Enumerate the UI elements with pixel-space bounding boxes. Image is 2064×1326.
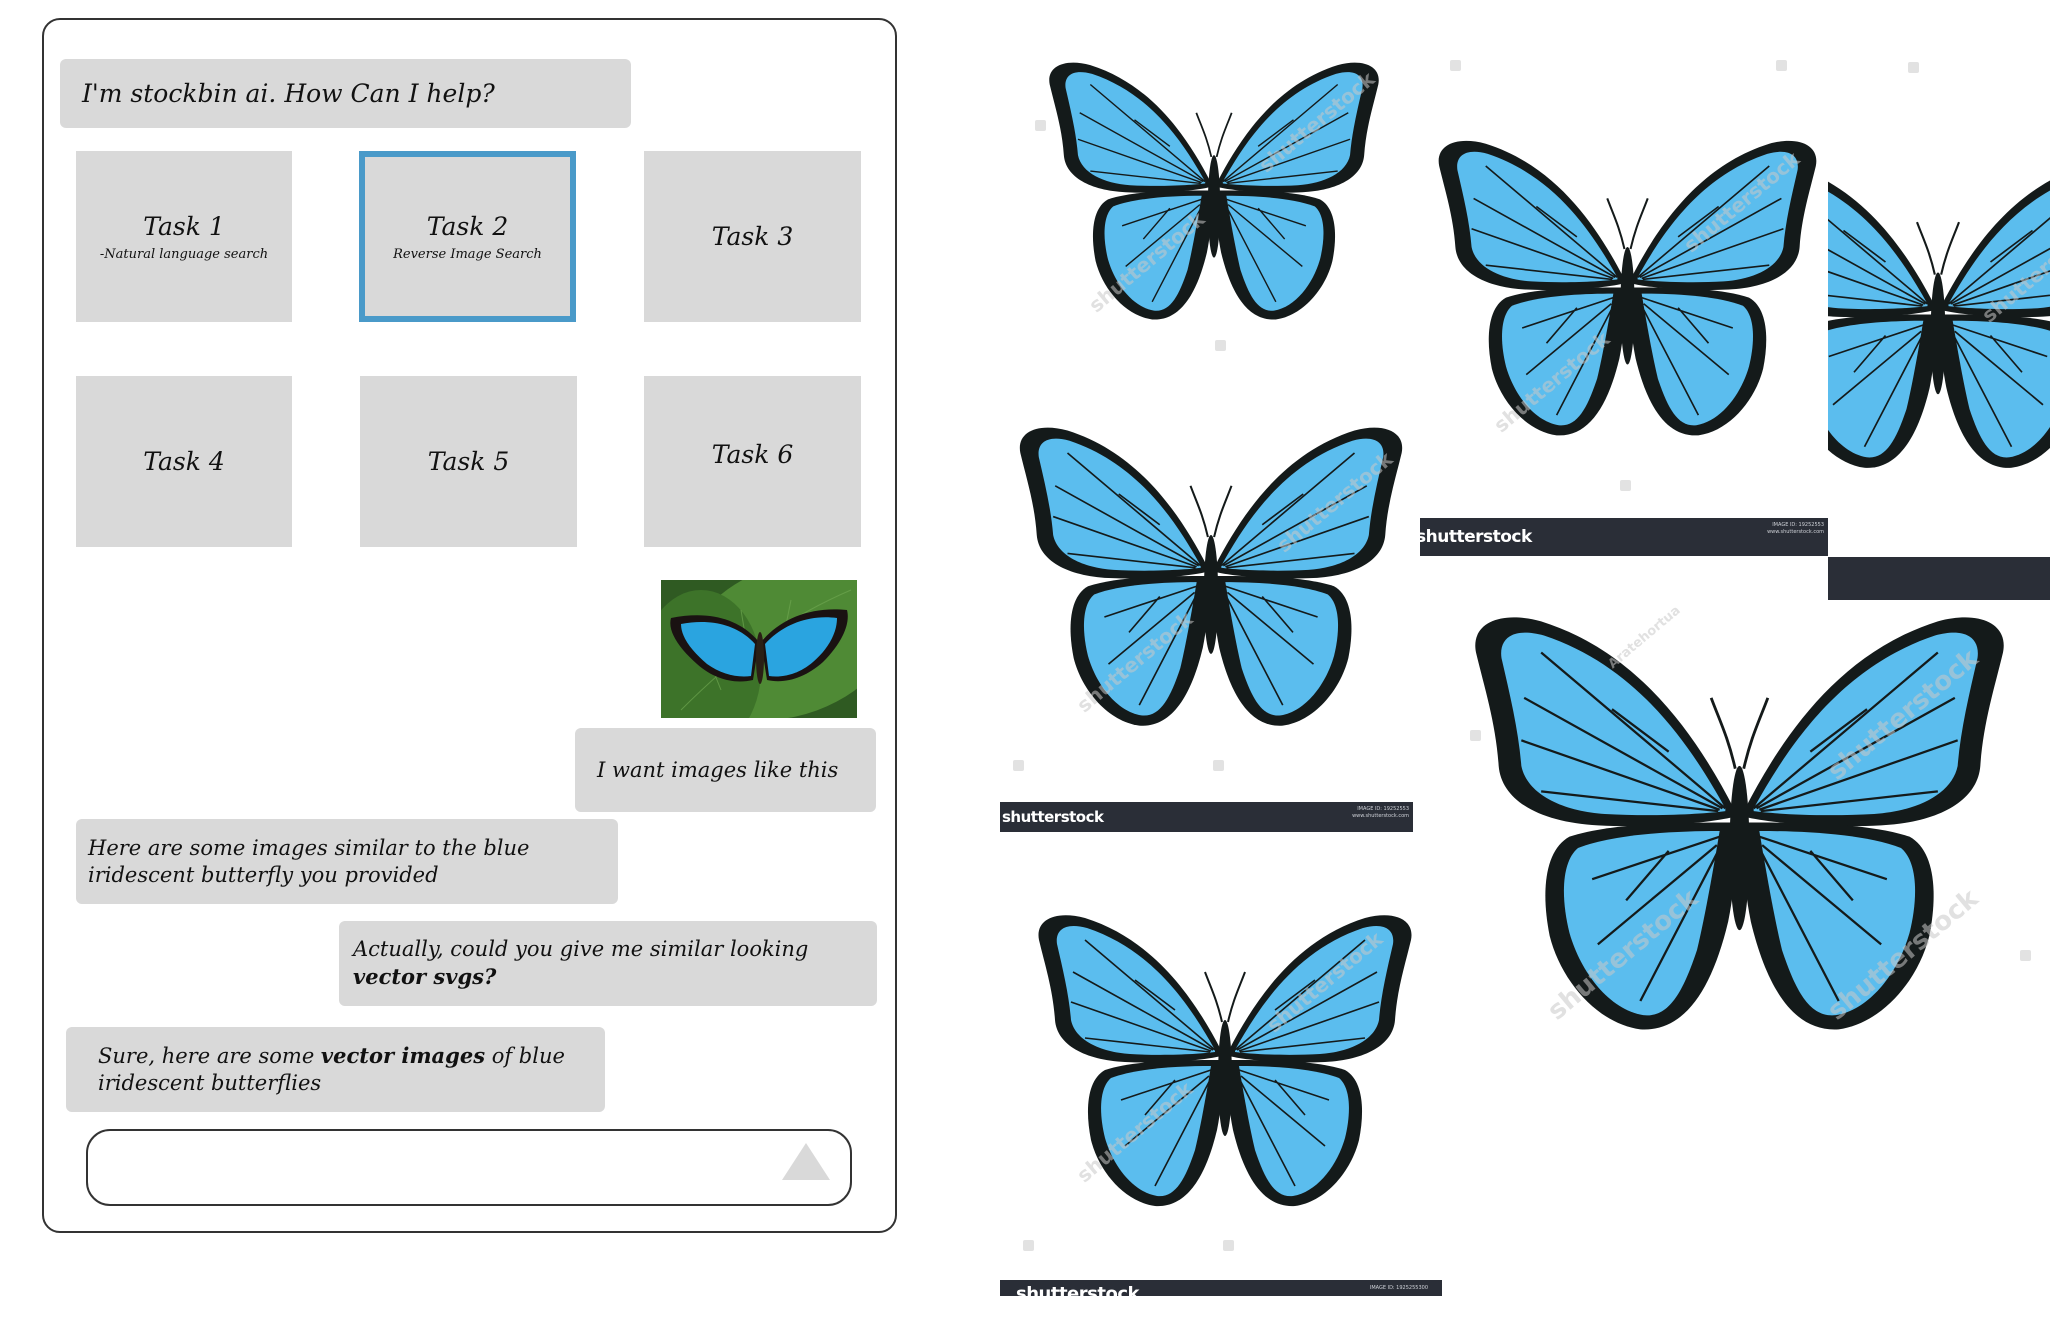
watermark-square	[1470, 730, 1481, 741]
shutterstock-footer-bar: shutterstock IMAGE ID: 19252553 www.shutt…	[1000, 802, 1413, 832]
triangle-up-send-icon	[782, 1143, 830, 1180]
task-card-1[interactable]: Task 1 -Natural language search	[76, 151, 292, 322]
uploaded-butterfly-photo[interactable]	[661, 580, 857, 718]
shutterstock-footer-bar: shutterstock IMAGE ID: 19252553 www.shutt…	[1414, 518, 1828, 556]
image-id-text: IMAGE ID: 19252553 www.shutterstock.com	[1767, 522, 1824, 535]
task-card-2[interactable]: Task 2 Reverse Image Search	[359, 151, 576, 322]
result-image-5[interactable]: shutterstock shutterstock shutterstock A…	[1440, 600, 2050, 1080]
task-title: Task 2	[426, 211, 509, 241]
task-card-6[interactable]: Task 6	[644, 376, 861, 547]
task-card-4[interactable]: Task 4	[76, 376, 292, 547]
message-text: Actually, could you give me similar look…	[353, 937, 809, 989]
watermark-square	[1450, 60, 1461, 71]
message-assistant-2: Sure, here are some vector images of blu…	[66, 1027, 605, 1112]
watermark-square	[1215, 340, 1226, 351]
result-image-4[interactable]: shutterstock shutterstock	[1003, 370, 1420, 802]
send-button[interactable]	[782, 1143, 830, 1181]
shutterstock-logo: shutterstock	[1416, 527, 1532, 547]
message-text: I want images like this	[597, 757, 839, 782]
result-image-6[interactable]: shutterstock shutterstock	[1003, 860, 1443, 1280]
watermark-square	[2020, 950, 2031, 961]
shutterstock-logo: shutterstock	[1016, 1283, 1139, 1297]
result-image-2[interactable]: shutterstock shutterstock	[1420, 40, 1828, 518]
task-subtitle: -Natural language search	[99, 246, 269, 262]
message-assistant-1: Here are some images similar to the blue…	[76, 819, 618, 904]
task-title: Task 3	[711, 222, 794, 251]
watermark-square	[1013, 760, 1024, 771]
message-text: Here are some images similar to the blue…	[88, 835, 530, 887]
shutterstock-footer-bar: shutterstock IMAGE ID: 1925255300	[1000, 1280, 1442, 1296]
photo-leaf-background	[661, 580, 857, 718]
watermark-square	[1620, 480, 1631, 491]
task-subtitle: Reverse Image Search	[393, 246, 542, 262]
chat-input[interactable]	[86, 1129, 852, 1206]
shutterstock-footer-bar	[1828, 557, 2050, 600]
task-card-3[interactable]: Task 3	[644, 151, 861, 322]
watermark-square	[1908, 62, 1919, 73]
task-title: Task 1	[143, 211, 225, 241]
task-title: Task 5	[427, 447, 510, 476]
message-bold-text: vector images	[320, 1043, 486, 1068]
image-id-text: IMAGE ID: 19252553 www.shutterstock.com	[1352, 806, 1409, 819]
shutterstock-logo: shutterstock	[1002, 808, 1104, 826]
task-title: Task 6	[711, 440, 794, 469]
greeting-bubble: I'm stockbin ai. How Can I help?	[60, 59, 631, 128]
result-image-1[interactable]: shutterstock shutterstock	[1005, 40, 1420, 370]
watermark-square	[1023, 1240, 1034, 1251]
watermark-square	[1213, 760, 1224, 771]
watermark-square	[1223, 1240, 1234, 1251]
task-card-5[interactable]: Task 5	[360, 376, 577, 547]
watermark-square	[1776, 60, 1787, 71]
image-id-text: IMAGE ID: 1925255300	[1369, 1285, 1428, 1291]
message-bold-text: vector svgs?	[353, 964, 497, 989]
message-text: Sure, here are some vector images of blu…	[98, 1043, 565, 1095]
message-user-1: I want images like this	[575, 728, 876, 812]
butterfly-vector	[1828, 157, 2050, 472]
message-user-2: Actually, could you give me similar look…	[339, 921, 877, 1006]
task-title: Task 4	[143, 447, 225, 476]
watermark-square	[1035, 120, 1046, 131]
greeting-text: I'm stockbin ai. How Can I help?	[82, 79, 495, 108]
butterfly-vector	[1006, 420, 1416, 732]
result-image-3[interactable]: shutterstock	[1828, 40, 2050, 560]
